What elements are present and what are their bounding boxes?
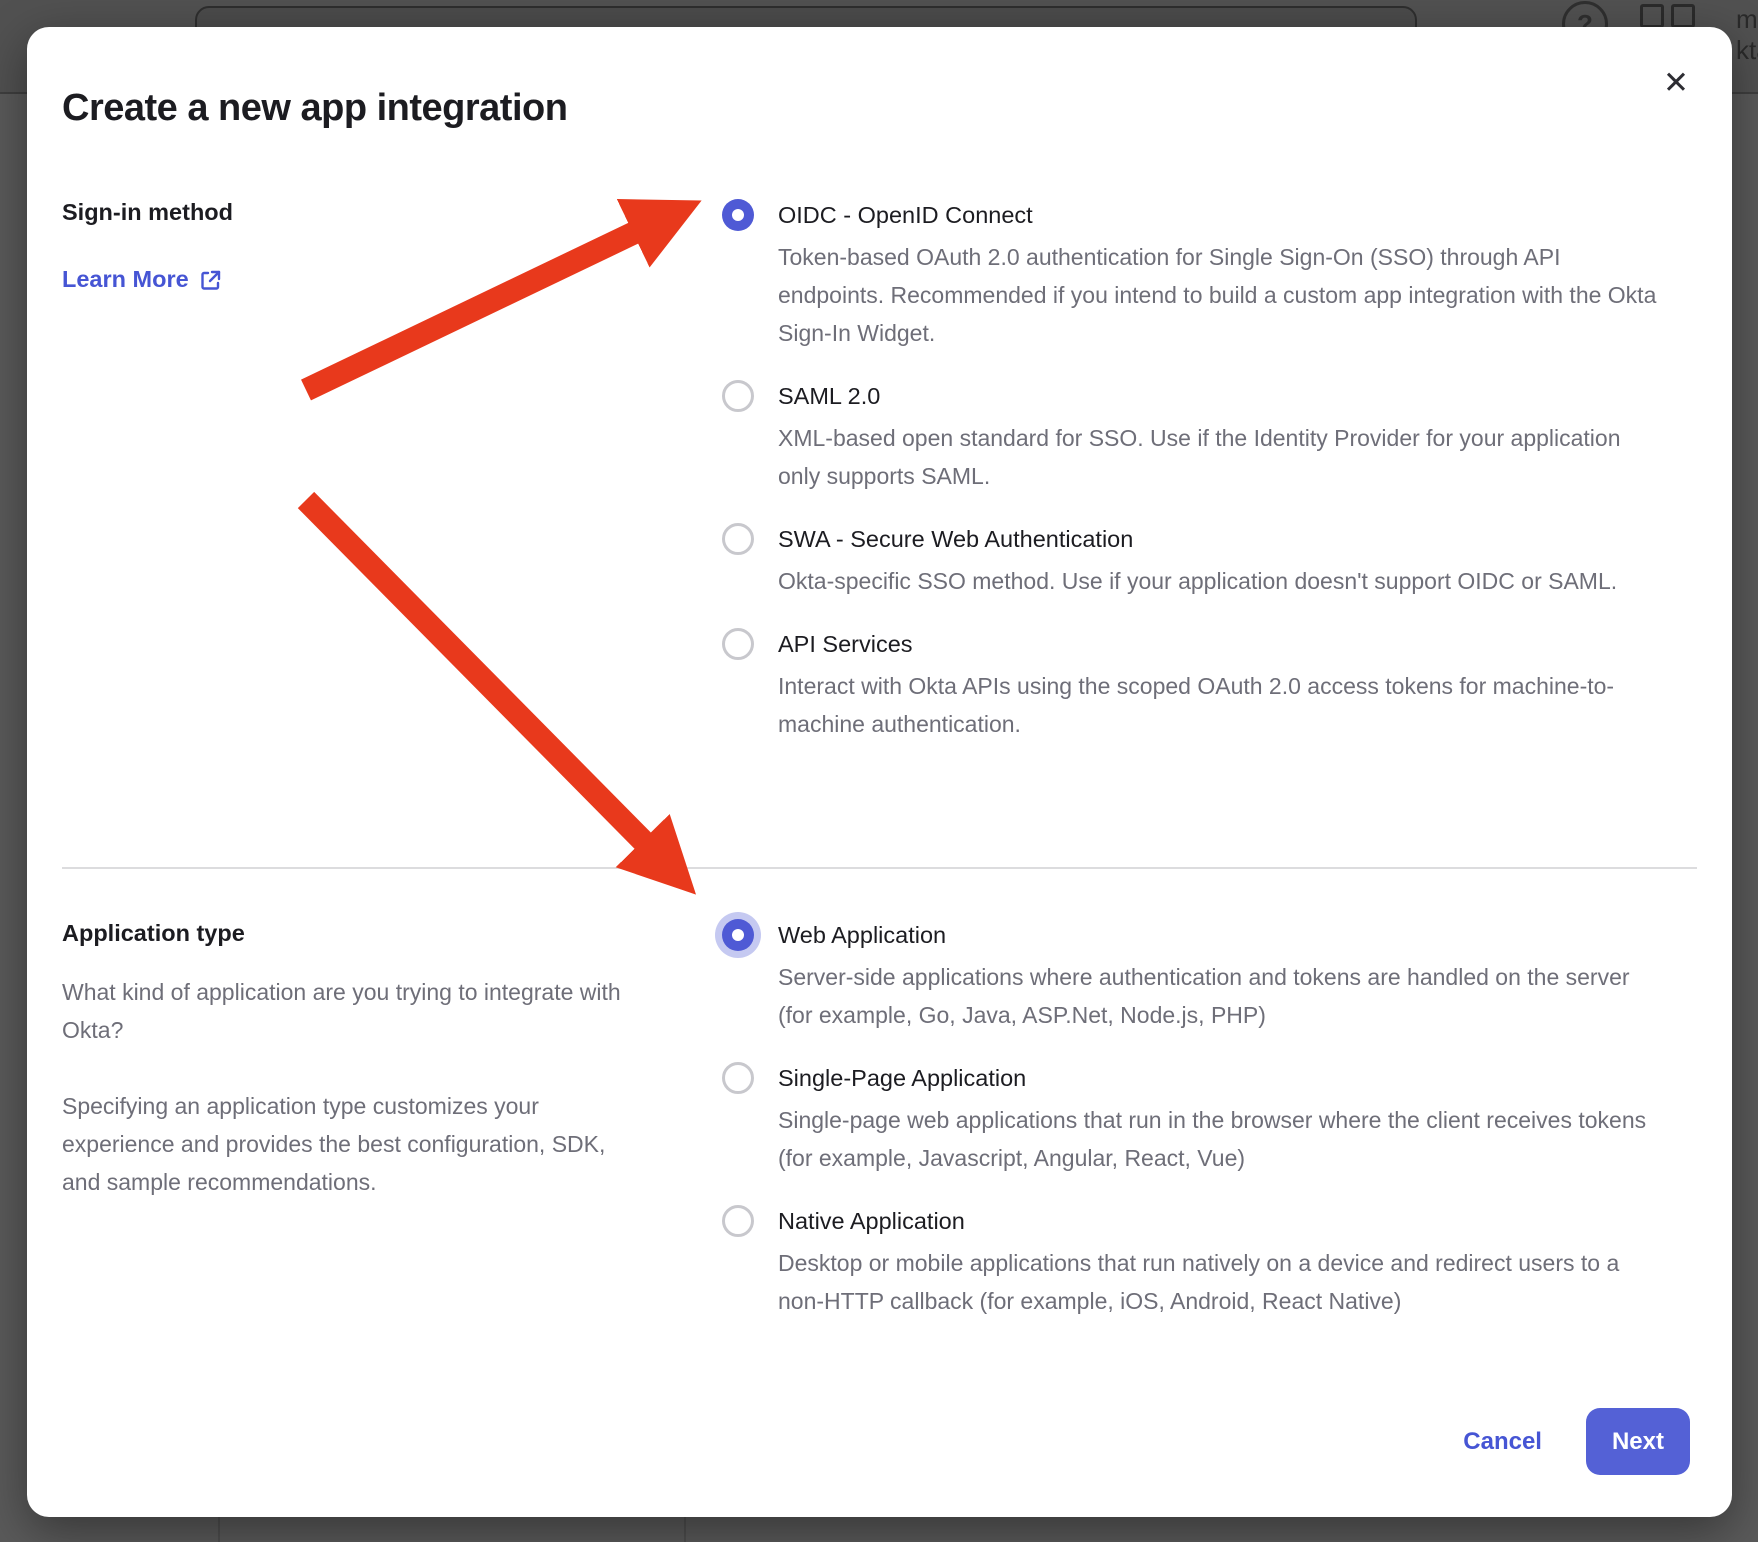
radio-button[interactable]	[722, 380, 754, 412]
background-account-line1: msh	[1736, 4, 1758, 35]
apps-grid-icon	[1640, 4, 1695, 28]
signin-options-group: OIDC - OpenID Connect Token-based OAuth …	[722, 198, 1662, 770]
application-type-column: Application type What kind of applicatio…	[62, 920, 632, 1201]
radio-option-description: Okta-specific SSO method. Use if your ap…	[778, 562, 1617, 600]
radio-option-label[interactable]: Web Application	[778, 918, 1662, 952]
radio-button[interactable]	[722, 628, 754, 660]
radio-button-selected[interactable]	[722, 919, 754, 951]
signin-method-heading: Sign-in method	[62, 199, 627, 226]
radio-option-saml[interactable]: SAML 2.0 XML-based open standard for SSO…	[722, 379, 1662, 495]
radio-option-label[interactable]: Single-Page Application	[778, 1061, 1662, 1095]
radio-option-label[interactable]: OIDC - OpenID Connect	[778, 198, 1662, 232]
radio-option-oidc[interactable]: OIDC - OpenID Connect Token-based OAuth …	[722, 198, 1662, 352]
next-button[interactable]: Next	[1586, 1408, 1690, 1475]
radio-option-web-application[interactable]: Web Application Server-side applications…	[722, 918, 1662, 1034]
radio-option-label[interactable]: API Services	[778, 627, 1662, 661]
background-divider	[218, 1516, 220, 1542]
signin-method-column: Sign-in method Learn More	[62, 199, 627, 293]
application-type-options-group: Web Application Server-side applications…	[722, 918, 1662, 1347]
radio-option-single-page-application[interactable]: Single-Page Application Single-page web …	[722, 1061, 1662, 1177]
radio-button[interactable]	[722, 1062, 754, 1094]
section-divider	[62, 867, 1697, 869]
radio-button-selected[interactable]	[722, 199, 754, 231]
dialog-footer: Cancel Next	[1463, 1408, 1690, 1475]
learn-more-label: Learn More	[62, 266, 189, 293]
radio-option-label[interactable]: SWA - Secure Web Authentication	[778, 522, 1617, 556]
application-type-note: Specifying an application type customize…	[62, 1087, 632, 1201]
background-divider	[684, 1516, 686, 1542]
create-app-integration-dialog: ✕ Create a new app integration Sign-in m…	[27, 27, 1732, 1517]
radio-option-description: Server-side applications where authentic…	[778, 958, 1662, 1034]
radio-option-description: XML-based open standard for SSO. Use if …	[778, 419, 1662, 495]
radio-option-description: Desktop or mobile applications that run …	[778, 1244, 1662, 1320]
radio-option-api-services[interactable]: API Services Interact with Okta APIs usi…	[722, 627, 1662, 743]
radio-option-description: Single-page web applications that run in…	[778, 1101, 1662, 1177]
radio-button[interactable]	[722, 523, 754, 555]
background-account-line2: kta	[1736, 35, 1758, 66]
cancel-button[interactable]: Cancel	[1463, 1428, 1542, 1456]
radio-option-swa[interactable]: SWA - Secure Web Authentication Okta-spe…	[722, 522, 1662, 600]
radio-button[interactable]	[722, 1205, 754, 1237]
radio-option-description: Interact with Okta APIs using the scoped…	[778, 667, 1662, 743]
radio-option-description: Token-based OAuth 2.0 authentication for…	[778, 238, 1662, 352]
radio-option-native-application[interactable]: Native Application Desktop or mobile app…	[722, 1204, 1662, 1320]
application-type-question: What kind of application are you trying …	[62, 973, 632, 1049]
background-account-text: msh kta	[1736, 4, 1758, 66]
screen: ? msh kta ✕ Create a new app integration…	[0, 0, 1758, 1542]
radio-option-label[interactable]: Native Application	[778, 1204, 1662, 1238]
close-icon[interactable]: ✕	[1654, 61, 1698, 105]
application-type-heading: Application type	[62, 920, 632, 947]
learn-more-link[interactable]: Learn More	[62, 266, 223, 293]
external-link-icon	[199, 268, 223, 292]
radio-option-label[interactable]: SAML 2.0	[778, 379, 1662, 413]
dialog-title: Create a new app integration	[62, 87, 567, 130]
